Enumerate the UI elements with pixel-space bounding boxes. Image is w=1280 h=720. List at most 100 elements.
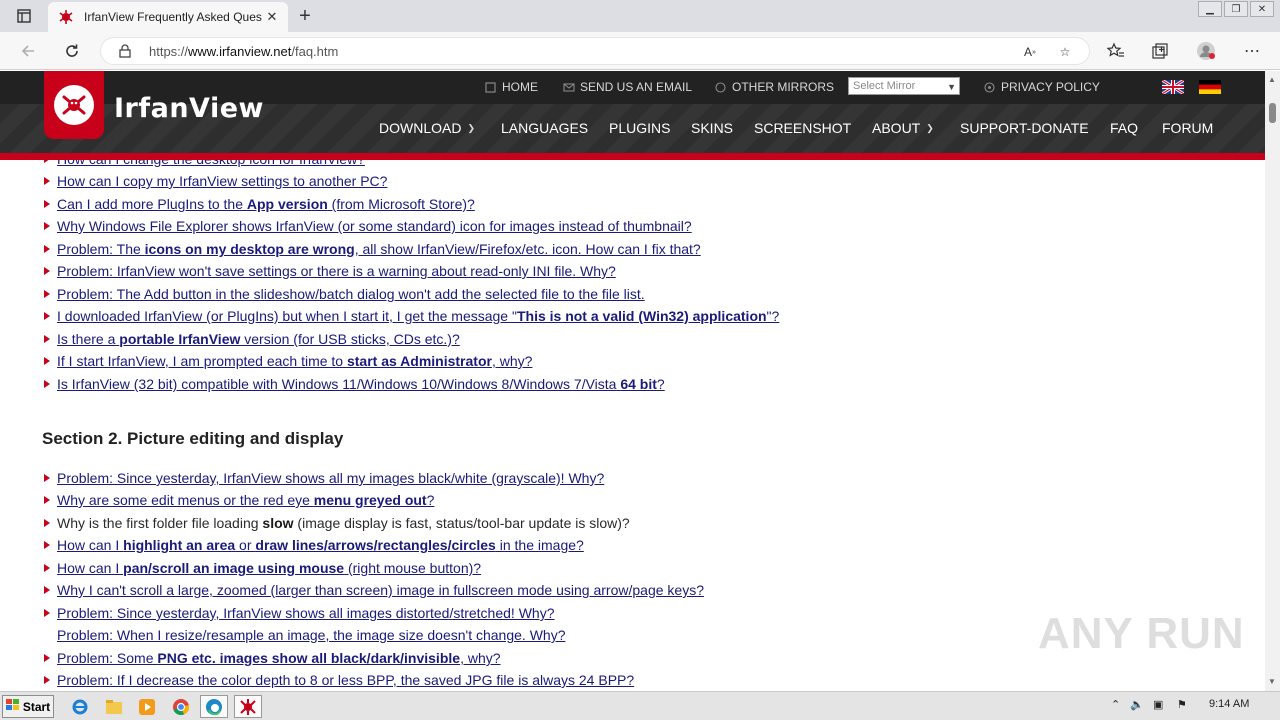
tab-actions-icon[interactable] [10,6,38,26]
add-favorite-icon[interactable]: ☆ [1056,43,1074,61]
read-aloud-icon[interactable]: A» [1021,43,1039,61]
home-label: HOME [502,80,538,94]
email-link[interactable]: SEND US AN EMAIL [563,80,692,94]
irfanview-favicon-icon [58,9,74,25]
faq-link-menu-greyed-out[interactable]: Why are some edit menus or the red eye m… [57,492,434,508]
faq-link-fullscreen-scroll[interactable]: Why I can't scroll a large, zoomed (larg… [57,582,704,598]
screen: IrfanView Frequently Asked Ques ✕ + ▁ ❐ … [0,0,1280,720]
faq-text: (from Microsoft Store)? [327,196,475,212]
windows-logo-icon [5,699,20,714]
faq-link-png-black[interactable]: Problem: Some PNG etc. images show all b… [57,650,501,666]
faq-link-highlight-draw[interactable]: How can I highlight an area or draw line… [57,537,584,553]
irfanview-taskbar-icon[interactable] [234,695,262,718]
faq-link-administrator[interactable]: If I start IrfanView, I am prompted each… [57,353,532,369]
page-scrollbar[interactable]: ▲ ▼ [1265,71,1280,691]
faq-link-desktop-icons-wrong[interactable]: Problem: The icons on my desktop are wro… [57,241,701,257]
mirror-select-value: Select Mirror [853,80,916,92]
uk-flag-icon[interactable] [1161,78,1185,96]
taskbar-clock[interactable]: 9:14 AM [1209,698,1249,710]
faq-text: Problem: Some [57,650,158,666]
faq-text: How can I [57,537,124,553]
browser-tabstrip: IrfanView Frequently Asked Ques ✕ + ▁ ❐ … [0,0,1280,32]
minimize-icon[interactable]: ▁ [1198,1,1222,17]
faq-link-color-depth-jpg[interactable]: Problem: If I decrease the color depth t… [57,672,634,688]
faq-link-grayscale[interactable]: Problem: Since yesterday, IrfanView show… [57,470,604,486]
url-path: /faq.htm [291,44,339,59]
url-domain: www.irfanview.net [188,44,292,59]
refresh-icon[interactable] [61,40,83,62]
section-2-title: Section 2. Picture editing and display [42,429,344,448]
network-icon[interactable]: ▣ [1153,698,1163,711]
nav-screenshot[interactable]: SCREENSHOT [754,120,851,136]
bullet-icon [44,474,50,482]
faq-link-copy-settings[interactable]: How can I copy my IrfanView settings to … [57,173,387,189]
faq-text: Is there a [57,331,120,347]
collections-icon[interactable] [1150,41,1170,61]
irfanview-logo[interactable] [44,71,104,139]
scroll-up-icon[interactable]: ▲ [1268,75,1276,84]
faq-bold-text: icons on my desktop are wrong [144,241,355,257]
faq-link-app-version-plugins[interactable]: Can I add more PlugIns to the App versio… [57,196,475,212]
tray-expand-icon[interactable]: ⌃ [1111,698,1120,711]
faq-link-add-button[interactable]: Problem: The Add button in the slideshow… [57,286,645,302]
bullet-icon [44,380,50,388]
faq-text: version (for USB sticks, CDs etc.)? [240,331,460,347]
chrome-icon[interactable] [167,695,195,718]
privacy-link[interactable]: PRIVACY POLICY [984,80,1100,94]
nav-forum[interactable]: FORUM [1162,120,1213,136]
more-menu-icon[interactable]: ⋯ [1242,41,1262,61]
lock-icon[interactable] [119,44,131,63]
mirrors-link[interactable]: OTHER MIRRORS [715,80,834,94]
nav-plugins[interactable]: PLUGINS [609,120,670,136]
site-logo-text[interactable]: IrfanView [114,93,264,124]
faq-link-not-valid-win32[interactable]: I downloaded IrfanView (or PlugIns) but … [57,308,779,324]
restore-icon[interactable]: ❐ [1224,1,1248,17]
faq-link-64bit[interactable]: Is IrfanView (32 bit) compatible with Wi… [57,376,665,392]
bullet-icon [44,177,50,185]
faq-bold-text: portable IrfanView [119,331,241,347]
address-bar[interactable]: https://www.irfanview.net/faq.htm A» ☆ [100,37,1090,65]
german-flag-icon[interactable] [1199,80,1221,94]
volume-icon[interactable]: 🔈 [1130,698,1144,711]
scroll-thumb[interactable] [1269,103,1276,123]
faq-item-slow-loading: Why is the first folder file loading slo… [57,515,630,531]
scroll-down-icon[interactable]: ▼ [1268,677,1276,686]
tab-title: IrfanView Frequently Asked Ques [84,10,262,24]
faq-text: "? [766,308,780,324]
new-tab-icon[interactable]: + [294,5,316,27]
faq-link-portable[interactable]: Is there a portable IrfanView version (f… [57,331,460,347]
home-link[interactable]: HOME [485,80,538,94]
bullet-icon [44,335,50,343]
faq-link-resize-size[interactable]: Problem: When I resize/resample an image… [57,627,565,643]
nav-support-donate[interactable]: SUPPORT-DONATE [960,120,1089,136]
action-center-flag-icon[interactable]: ⚑ [1177,698,1187,711]
file-explorer-icon[interactable] [100,695,128,718]
faq-text: , why? [460,650,501,666]
profile-avatar-icon[interactable] [1196,41,1216,61]
faq-text: (image display is fast, status/tool-bar … [293,515,630,531]
nav-about[interactable]: ABOUT ❯ [872,120,934,136]
tab-irfanview-faq[interactable]: IrfanView Frequently Asked Ques ✕ [48,2,288,32]
start-button[interactable]: Start [2,695,54,718]
nav-faq[interactable]: FAQ [1110,120,1138,136]
mirror-select[interactable]: Select Mirror ▼ [848,77,960,95]
faq-text: ? [426,492,435,508]
internet-explorer-icon[interactable] [66,695,94,718]
close-window-icon[interactable]: ✕ [1250,1,1274,17]
faq-link-distorted[interactable]: Problem: Since yesterday, IrfanView show… [57,605,554,621]
back-arrow-icon[interactable] [17,40,39,62]
edge-icon[interactable] [200,695,228,718]
nav-download[interactable]: DOWNLOAD ❯ [379,120,475,136]
nav-languages[interactable]: LANGUAGES [501,120,588,136]
favorites-icon[interactable] [1106,41,1126,61]
url-text[interactable]: https://www.irfanview.net/faq.htm [149,44,338,59]
anyrun-watermark: ANY RUN [1038,609,1245,659]
faq-link-readonly-ini[interactable]: Problem: IrfanView won't save settings o… [57,263,616,279]
faq-link-pan-scroll[interactable]: How can I pan/scroll an image using mous… [57,560,481,576]
nav-skins[interactable]: SKINS [691,120,733,136]
faq-link-explorer-thumbnail[interactable]: Why Windows File Explorer shows IrfanVie… [57,218,692,234]
chevron-down-icon: ❯ [926,122,934,133]
media-player-icon[interactable] [133,695,161,718]
browser-toolbar: https://www.irfanview.net/faq.htm A» ☆ ⋯ [0,32,1280,70]
close-tab-icon[interactable]: ✕ [264,9,280,25]
